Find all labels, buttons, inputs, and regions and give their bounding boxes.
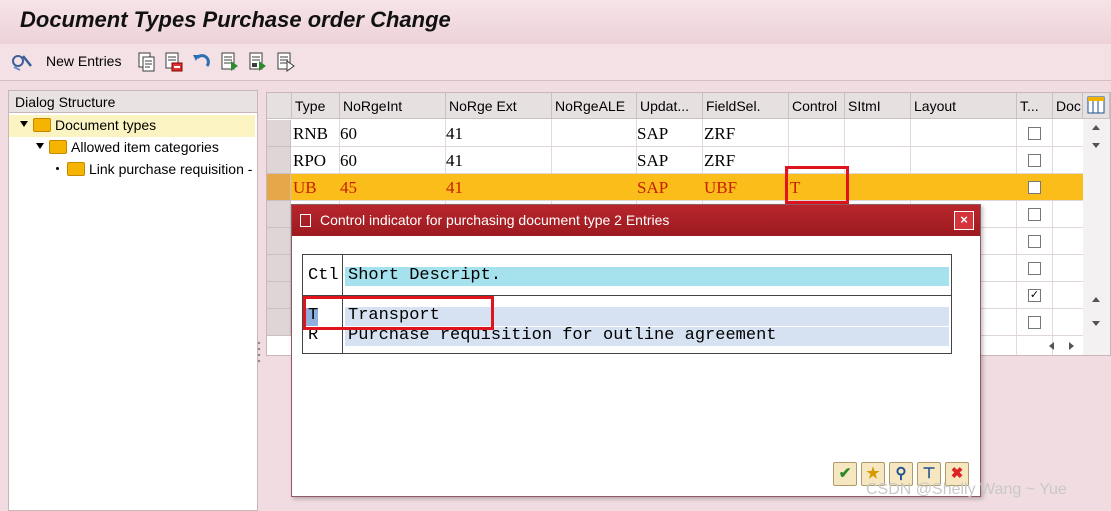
column-header[interactable]: NoRgeALE (552, 93, 637, 119)
cell-fieldsel[interactable]: ZRF (704, 151, 735, 171)
copy-as-icon[interactable] (137, 52, 157, 72)
checkbox[interactable] (1028, 208, 1041, 221)
highlight-box-transport (303, 296, 494, 330)
cell-update[interactable]: SAP (637, 178, 668, 198)
column-header[interactable]: Layout (911, 93, 1017, 119)
checkbox[interactable] (1028, 154, 1041, 167)
table-row[interactable]: RPO 60 41 SAP ZRF (267, 147, 1083, 174)
folder-icon (67, 162, 85, 176)
column-config-icon[interactable] (1083, 93, 1110, 119)
scroll-down-icon[interactable] (1092, 321, 1100, 326)
scroll-left-icon[interactable] (1049, 342, 1054, 350)
checkbox[interactable] (1028, 262, 1041, 275)
highlight-box-control-cell (785, 166, 849, 204)
tree-item-label: Document types (55, 117, 157, 133)
watermark: CSDN @Shelly Wang ~ Yue (866, 481, 1067, 498)
column-header-short-description[interactable]: Short Descript. (348, 266, 501, 285)
checkmark-icon[interactable]: ✔ (833, 462, 857, 486)
vertical-scrollbar[interactable] (1083, 119, 1110, 355)
row-selector[interactable] (267, 255, 291, 282)
checkbox[interactable] (1028, 235, 1041, 248)
column-header[interactable]: Doc (1053, 93, 1083, 119)
popup-title: Control indicator for purchasing documen… (320, 212, 670, 228)
column-header[interactable]: SItmI (845, 93, 911, 119)
row-selector[interactable] (267, 309, 291, 336)
expand-arrow-icon[interactable] (36, 143, 44, 149)
close-button[interactable]: × (954, 211, 974, 230)
column-header[interactable]: Updat... (637, 93, 703, 119)
tree-item-document-types[interactable]: Document types (9, 115, 255, 137)
row-selector[interactable] (267, 228, 291, 255)
cell-norge-int[interactable]: 60 (340, 124, 357, 144)
tree-item-label: Allowed item categories (71, 139, 219, 155)
cell-norge-int[interactable]: 60 (340, 151, 357, 171)
select-block-icon[interactable] (248, 52, 268, 72)
popup-title-bar: Control indicator for purchasing documen… (292, 205, 980, 236)
splitter-handle[interactable] (256, 340, 262, 364)
cell-type[interactable]: UB (293, 178, 317, 198)
cell-update[interactable]: SAP (637, 124, 668, 144)
folder-icon (49, 140, 67, 154)
checkbox[interactable] (1028, 127, 1041, 140)
checkbox-checked[interactable]: ✓ (1028, 289, 1041, 302)
deselect-all-icon[interactable] (276, 52, 296, 72)
open-folder-icon (33, 118, 51, 132)
scroll-page-down-icon[interactable] (1092, 143, 1100, 148)
display-change-icon[interactable] (11, 52, 32, 72)
cell-type[interactable]: RPO (293, 151, 326, 171)
popup-body: Ctl Short Descript. T Transport R Purcha… (292, 236, 980, 496)
table-row-selected[interactable]: UB 45 41 SAP UBF T (267, 174, 1083, 201)
undo-icon[interactable] (191, 52, 211, 72)
column-header[interactable]: Type (292, 93, 340, 119)
scroll-right-icon[interactable] (1069, 342, 1074, 350)
scroll-page-up-icon[interactable] (1092, 297, 1100, 302)
cell-norge-int[interactable]: 45 (340, 178, 357, 198)
checkbox[interactable] (1028, 316, 1041, 329)
cell-update[interactable]: SAP (637, 151, 668, 171)
row-selector[interactable] (267, 147, 291, 174)
select-all-icon[interactable] (220, 52, 240, 72)
column-header[interactable]: Control (789, 93, 845, 119)
row-selector[interactable] (267, 282, 291, 309)
cell-norge-ext[interactable]: 41 (446, 151, 463, 171)
column-header-ctl[interactable]: Ctl (308, 266, 339, 285)
row-selector[interactable] (267, 174, 291, 201)
dialog-structure-panel: Dialog Structure Document types Allowed … (8, 90, 258, 511)
bullet-icon (56, 167, 59, 170)
cell-type[interactable]: RNB (293, 124, 328, 144)
control-indicator-popup: Control indicator for purchasing documen… (291, 204, 981, 497)
delete-icon[interactable] (163, 52, 183, 72)
title-bar: Document Types Purchase order Change (0, 0, 1111, 44)
column-header[interactable]: T... (1017, 93, 1053, 119)
cell-norge-ext[interactable]: 41 (446, 178, 463, 198)
application-toolbar: New Entries (0, 44, 1111, 81)
dialog-structure-title: Dialog Structure (9, 91, 257, 113)
scroll-up-icon[interactable] (1092, 125, 1100, 130)
page-title: Document Types Purchase order Change (20, 7, 451, 32)
tree-item-label: Link purchase requisition - (89, 161, 253, 177)
cell-norge-ext[interactable]: 41 (446, 124, 463, 144)
column-header[interactable]: NoRgeInt (340, 93, 446, 119)
tree-item-link-purchase-requisition[interactable]: Link purchase requisition - (9, 159, 255, 181)
cell-fieldsel[interactable]: UBF (704, 178, 737, 198)
document-icon (300, 214, 311, 227)
new-entries-button[interactable]: New Entries (46, 53, 121, 69)
row-selector[interactable] (267, 201, 291, 228)
select-all-header[interactable] (267, 93, 292, 119)
column-header[interactable]: NoRge Ext (446, 93, 552, 119)
expand-arrow-icon[interactable] (20, 121, 28, 127)
checkbox[interactable] (1028, 181, 1041, 194)
cell-fieldsel[interactable]: ZRF (704, 124, 735, 144)
tree-item-allowed-item-categories[interactable]: Allowed item categories (9, 137, 255, 159)
table-row[interactable]: RNB 60 41 SAP ZRF (267, 120, 1083, 147)
column-header[interactable]: FieldSel. (703, 93, 789, 119)
row-selector[interactable] (267, 120, 291, 147)
